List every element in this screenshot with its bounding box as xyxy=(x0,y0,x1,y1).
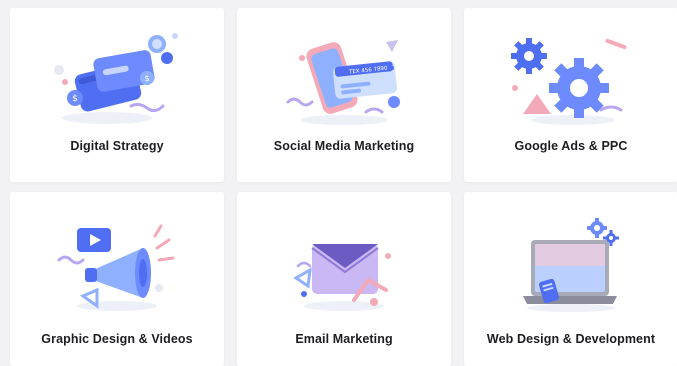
envelope-icon xyxy=(293,244,391,311)
service-card-digital-strategy[interactable]: $ $ Digital Strategy xyxy=(10,8,224,182)
laptop-icon xyxy=(523,218,619,312)
service-label: Email Marketing xyxy=(295,332,393,346)
money-cards-icon: $ $ xyxy=(54,33,178,124)
service-label: Graphic Design & Videos xyxy=(41,332,193,346)
service-label: Digital Strategy xyxy=(70,139,164,153)
gears-icon xyxy=(511,38,627,125)
service-card-google-ads-ppc[interactable]: Google Ads & PPC xyxy=(464,8,677,182)
svg-text:$: $ xyxy=(72,94,78,104)
service-card-web-design-development[interactable]: Web Design & Development xyxy=(464,192,677,366)
service-label: Social Media Marketing xyxy=(273,139,415,153)
service-card-email-marketing[interactable]: Email Marketing xyxy=(237,192,451,366)
services-grid: $ $ Digital Strategy TEX 456 7890 Social… xyxy=(10,8,677,366)
service-label: Web Design & Development xyxy=(486,332,656,346)
megaphone-icon xyxy=(57,224,175,311)
service-card-graphic-design-videos[interactable]: Graphic Design & Videos xyxy=(10,192,224,366)
service-card-social-media-marketing[interactable]: TEX 456 7890 Social Media Marketing xyxy=(237,8,451,182)
phone-card-icon: TEX 456 7890 xyxy=(286,40,400,125)
service-label: Google Ads & PPC xyxy=(514,139,628,153)
svg-text:$: $ xyxy=(144,74,149,83)
